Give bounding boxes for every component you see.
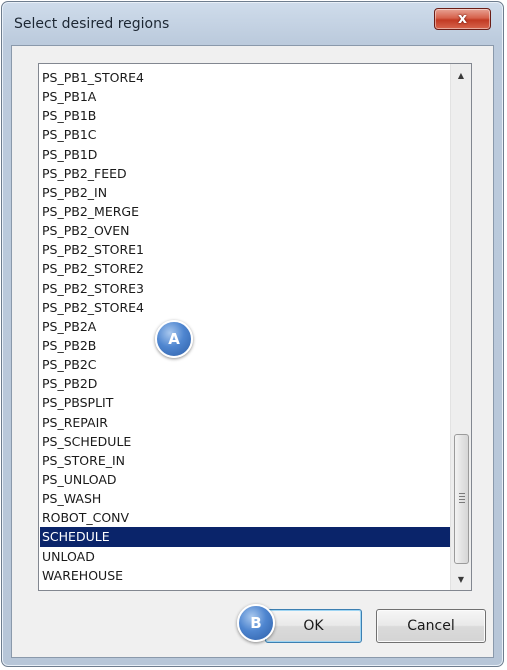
list-item[interactable]: SCHEDULE — [40, 527, 450, 547]
dialog-window: Select desired regions x PS_PB1_STORE4 PS… — [1, 1, 504, 667]
list-item[interactable]: UNLOAD — [40, 547, 450, 566]
callout-b-marker: B — [237, 604, 275, 642]
scroll-up-arrow-icon[interactable]: ▲ — [451, 66, 471, 84]
close-button[interactable]: x — [434, 8, 491, 30]
list-item[interactable]: PS_PB2_STORE3 — [40, 279, 450, 298]
list-item[interactable]: PS_STORE_IN — [40, 451, 450, 470]
list-item[interactable]: ROBOT_CONV — [40, 508, 450, 527]
list-item[interactable]: PS_SCHEDULE — [40, 432, 450, 451]
vertical-scrollbar[interactable]: ▲ ▼ — [450, 64, 471, 590]
list-item[interactable]: PS_PBSPLIT — [40, 393, 450, 412]
list-item[interactable]: PS_PB2A — [40, 317, 450, 336]
list-item[interactable]: PS_WASH — [40, 489, 450, 508]
ok-button[interactable]: OK — [265, 609, 362, 643]
list-item[interactable]: PS_PB2_FEED — [40, 164, 450, 183]
list-item[interactable]: PS_UNLOAD — [40, 470, 450, 489]
list-item[interactable]: WAREHOUSE — [40, 566, 450, 585]
list-item[interactable]: PS_PB1A — [40, 87, 450, 106]
list-item[interactable]: PS_PB2B — [40, 336, 450, 355]
list-item[interactable]: PS_PB2_MERGE — [40, 202, 450, 221]
list-item[interactable]: PS_PB1D — [40, 145, 450, 164]
title-bar[interactable]: Select desired regions x — [2, 2, 503, 44]
list-item[interactable]: PS_PB2D — [40, 374, 450, 393]
scroll-down-arrow-icon[interactable]: ▼ — [451, 570, 471, 588]
regions-list: PS_PB1_STORE4 PS_PB1A PS_PB1B PS_PB1C PS_PB1… — [40, 68, 450, 585]
list-item[interactable]: PS_PB2C — [40, 355, 450, 374]
close-icon: x — [457, 11, 468, 27]
list-item[interactable]: PS_PB1C — [40, 125, 450, 144]
list-item[interactable]: PS_PB1_STORE4 — [40, 68, 450, 87]
list-item[interactable]: PS_PB2_IN — [40, 183, 450, 202]
list-item[interactable]: PS_PB2_STORE4 — [40, 298, 450, 317]
dialog-body: PS_PB1_STORE4 PS_PB1A PS_PB1B PS_PB1C PS_PB1… — [11, 45, 494, 658]
list-item[interactable]: PS_PB2_OVEN — [40, 221, 450, 240]
list-item[interactable]: PS_PB1B — [40, 106, 450, 125]
scroll-thumb[interactable] — [454, 434, 469, 564]
list-item[interactable]: PS_PB2_STORE2 — [40, 259, 450, 278]
list-item[interactable]: PS_PB2_STORE1 — [40, 240, 450, 259]
dialog-title: Select desired regions — [14, 16, 170, 32]
regions-listbox[interactable]: PS_PB1_STORE4 PS_PB1A PS_PB1B PS_PB1C PS_PB1… — [38, 63, 472, 591]
cancel-button[interactable]: Cancel — [376, 609, 486, 643]
grip-icon — [459, 493, 465, 505]
list-item[interactable]: PS_REPAIR — [40, 413, 450, 432]
callout-a-marker: A — [155, 320, 193, 358]
